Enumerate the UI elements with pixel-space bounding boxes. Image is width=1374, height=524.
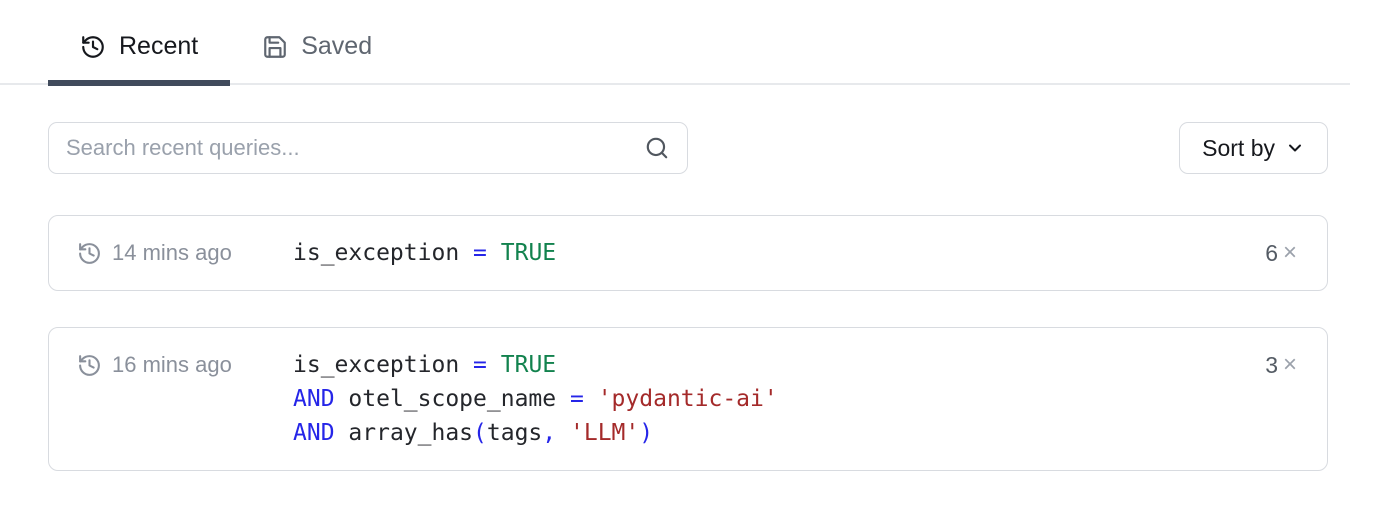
query-card[interactable]: 14 mins ago is_exception = TRUE 6 ×	[48, 215, 1328, 291]
query-meta: 16 mins ago	[77, 348, 293, 382]
sort-by-button[interactable]: Sort by	[1179, 122, 1328, 174]
query-code: is_exception = TRUE	[293, 236, 1265, 270]
query-timestamp: 16 mins ago	[112, 352, 232, 378]
code-line: is_exception = TRUE	[293, 348, 1265, 382]
controls-row: Sort by	[48, 122, 1328, 174]
code-line: AND otel_scope_name = 'pydantic-ai'	[293, 382, 1265, 416]
save-icon	[262, 34, 288, 60]
code-line: AND array_has(tags, 'LLM')	[293, 416, 1265, 450]
query-meta: 14 mins ago	[77, 236, 293, 270]
query-list: 14 mins ago is_exception = TRUE 6 × 16 m…	[48, 215, 1328, 471]
code-line: is_exception = TRUE	[293, 236, 1265, 270]
query-usage-count: 6 ×	[1265, 236, 1297, 270]
search-input[interactable]	[48, 122, 688, 174]
query-card[interactable]: 16 mins ago is_exception = TRUEAND otel_…	[48, 327, 1328, 471]
tab-saved[interactable]: Saved	[230, 26, 404, 83]
tab-recent[interactable]: Recent	[48, 26, 230, 83]
recent-queries-panel: Sort by 14 mins ago is_exception = TRUE …	[0, 122, 1374, 471]
tab-bar: Recent Saved	[0, 0, 1350, 85]
tab-recent-label: Recent	[119, 32, 198, 61]
usage-count-number: 3	[1265, 352, 1278, 379]
query-code: is_exception = TRUEAND otel_scope_name =…	[293, 348, 1265, 450]
times-symbol: ×	[1283, 239, 1297, 267]
chevron-down-icon	[1285, 138, 1305, 158]
tab-saved-label: Saved	[301, 32, 372, 61]
times-symbol: ×	[1283, 351, 1297, 379]
query-usage-count: 3 ×	[1265, 348, 1297, 382]
usage-count-number: 6	[1265, 240, 1278, 267]
history-icon	[77, 241, 102, 266]
sort-by-label: Sort by	[1202, 135, 1275, 162]
history-icon	[80, 34, 106, 60]
query-timestamp: 14 mins ago	[112, 240, 232, 266]
history-icon	[77, 353, 102, 378]
search-box	[48, 122, 688, 174]
